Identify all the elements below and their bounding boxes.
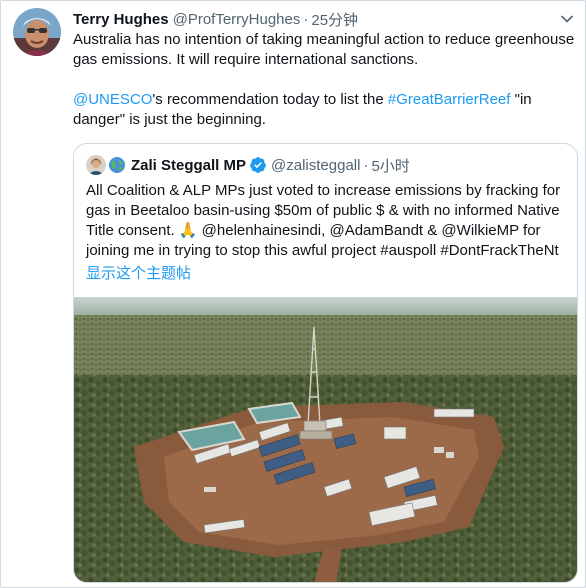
- tweet-timestamp[interactable]: 25分钟: [311, 9, 358, 30]
- hashtag-greatbarrierreef-link[interactable]: #GreatBarrierReef: [388, 91, 511, 108]
- tweet-body: Australia has no intention of taking mea…: [73, 30, 581, 130]
- quoted-tweet-header: Zali Steggall MP @zalisteggall · 5小时: [86, 155, 410, 175]
- separator-dot: ·: [363, 156, 369, 174]
- author-avatar[interactable]: [13, 8, 61, 56]
- separator-dot: ·: [303, 10, 309, 28]
- tweet-text-paragraph-2: @UNESCO's recommendation today to list t…: [73, 90, 581, 130]
- more-options-button[interactable]: [556, 8, 578, 30]
- tweet-text-paragraph-1: Australia has no intention of taking mea…: [73, 31, 575, 68]
- earth-globe-icon: [109, 157, 125, 173]
- tweet-header: Terry Hughes @ProfTerryHughes · 25分钟: [73, 9, 358, 29]
- author-name[interactable]: Terry Hughes: [73, 11, 169, 28]
- quoted-author-handle[interactable]: @zalisteggall: [271, 157, 360, 174]
- aerial-photo-fracking-drill-site[interactable]: [74, 297, 578, 583]
- chevron-down-icon: [561, 15, 573, 23]
- quoted-tweet-body: All Coalition & ALP MPs just voted to in…: [86, 182, 561, 259]
- show-thread-link[interactable]: 显示这个主题帖: [86, 264, 191, 284]
- verified-badge-icon: [250, 157, 266, 173]
- quoted-author-avatar[interactable]: [86, 155, 106, 175]
- quoted-tweet[interactable]: Zali Steggall MP @zalisteggall · 5小时 All…: [73, 143, 578, 583]
- tweet-text-fragment: 's recommendation today to list the: [152, 91, 388, 108]
- mention-unesco-link[interactable]: @UNESCO: [73, 91, 152, 108]
- tweet-card[interactable]: Terry Hughes @ProfTerryHughes · 25分钟 Aus…: [0, 0, 586, 588]
- author-handle[interactable]: @ProfTerryHughes: [173, 11, 301, 28]
- quoted-author-name[interactable]: Zali Steggall MP: [131, 157, 246, 174]
- quoted-tweet-timestamp[interactable]: 5小时: [371, 155, 409, 176]
